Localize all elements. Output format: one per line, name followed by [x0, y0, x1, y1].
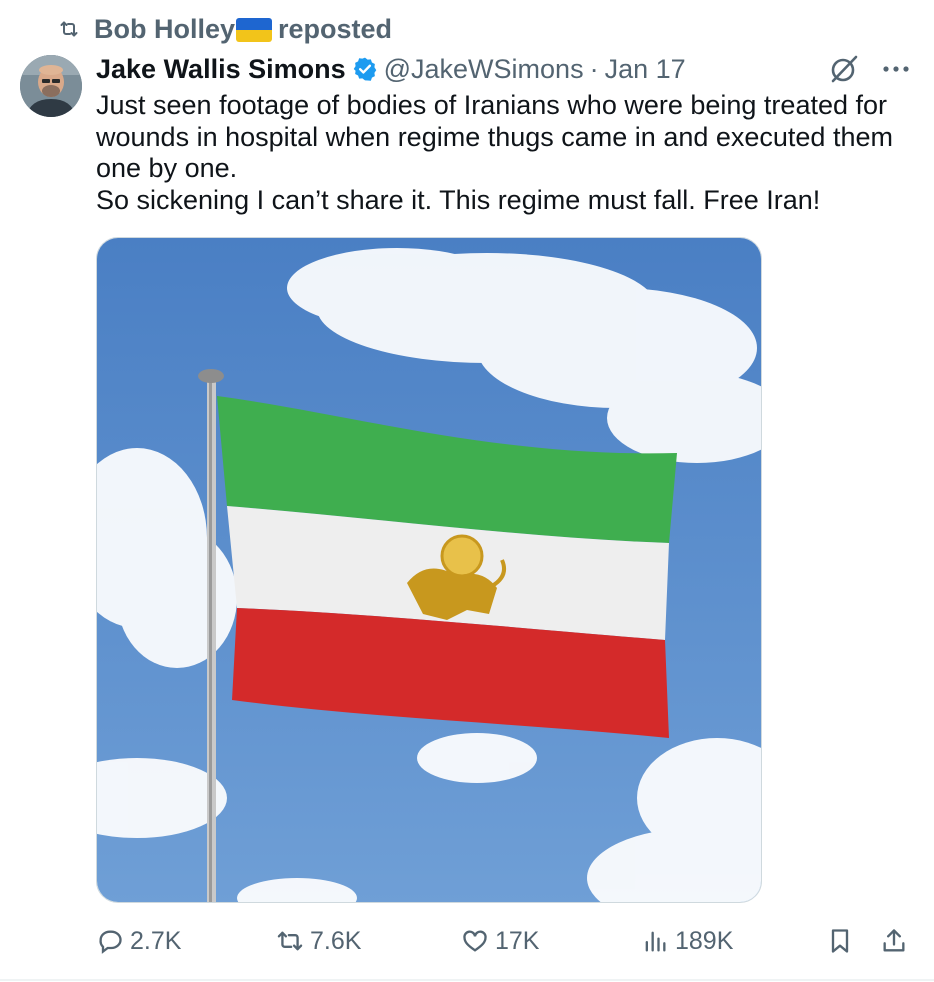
like-count: 17K	[495, 926, 540, 955]
share-icon	[883, 929, 905, 952]
repost-button[interactable]: 7.6K	[276, 918, 361, 964]
more-options-icon[interactable]	[878, 55, 914, 83]
tweet-text: Just seen footage of bodies of Iranians …	[96, 90, 893, 215]
ukraine-flag-icon	[236, 18, 273, 42]
bookmark-button[interactable]	[826, 918, 854, 964]
views-button[interactable]: 189K	[641, 918, 733, 964]
grok-icon[interactable]	[826, 52, 862, 86]
reposter-name[interactable]: Bob Holley	[94, 14, 235, 45]
tweet-actions: 2.7K 7.6K 17K 189K	[96, 918, 916, 964]
repost-icon	[277, 931, 303, 951]
tweet-date[interactable]: Jan 17	[605, 54, 686, 85]
author-name[interactable]: Jake Wallis Simons	[96, 54, 346, 85]
header-separator: ·	[589, 53, 599, 84]
repost-icon	[60, 21, 78, 37]
tweet-media-image[interactable]	[96, 237, 762, 903]
tweet-divider	[0, 979, 934, 981]
tweet-header: Jake Wallis Simons @JakeWSimons · Jan 17	[96, 50, 686, 88]
heart-icon	[463, 930, 487, 952]
avatar-image	[20, 55, 82, 117]
iran-lion-and-sun-flag-icon	[97, 238, 761, 902]
avatar[interactable]	[20, 55, 82, 117]
repost-count: 7.6K	[310, 926, 362, 955]
reply-count: 2.7K	[130, 926, 182, 955]
views-chart-icon	[645, 931, 666, 952]
share-button[interactable]	[880, 918, 908, 964]
views-count: 189K	[675, 926, 734, 955]
repost-indicator[interactable]: Bob Holley reposted	[54, 12, 392, 46]
verified-badge-icon	[353, 57, 376, 81]
reply-button[interactable]: 2.7K	[96, 918, 181, 964]
reposted-label: reposted	[278, 13, 393, 44]
like-button[interactable]: 17K	[461, 918, 539, 964]
reply-icon	[99, 930, 122, 954]
author-handle[interactable]: @JakeWSimons	[384, 54, 584, 85]
bookmark-icon	[831, 929, 849, 953]
